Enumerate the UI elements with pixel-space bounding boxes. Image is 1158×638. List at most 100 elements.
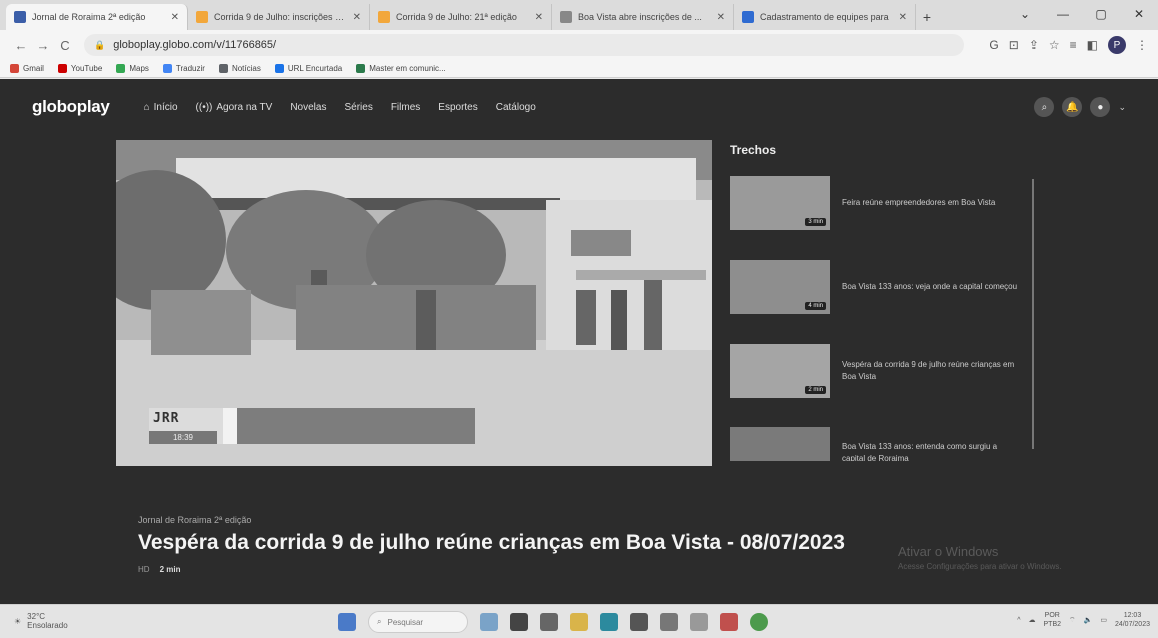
tab[interactable]: Cadastramento de equipes para ✕ <box>734 4 916 30</box>
tab-title: Boa Vista abre inscrições de ... <box>578 12 702 22</box>
tab[interactable]: Corrida 9 de Julho: inscrições para ✕ <box>188 4 370 30</box>
weather-widget[interactable]: ☀ 32°C Ensolarado <box>14 612 68 630</box>
search-icon[interactable]: ⌕ <box>1034 97 1055 117</box>
nav-esportes[interactable]: Esportes <box>438 102 477 113</box>
clip-item[interactable]: Boa Vista 133 anos: entenda como surgiu … <box>730 427 1050 461</box>
video-duration: 2 min <box>159 565 181 574</box>
office-icon[interactable] <box>720 613 738 631</box>
nav-inicio[interactable]: ⌂ Início <box>144 102 178 113</box>
new-tab-button[interactable]: + <box>916 4 938 30</box>
nav-catalogo[interactable]: Catálogo <box>496 102 536 113</box>
clip-duration: 3 min <box>805 218 826 226</box>
bookmark-label: Notícias <box>231 64 261 73</box>
bookmark-translate[interactable]: Traduzir <box>162 64 205 73</box>
clip-thumbnail: 4 min <box>730 260 830 314</box>
bookmark-url-shortener[interactable]: URL Encurtada <box>274 64 342 73</box>
store-icon[interactable] <box>630 613 648 631</box>
reading-list-icon[interactable]: ≡ <box>1070 38 1077 52</box>
extension-icon[interactable]: ⊡ <box>1009 38 1019 52</box>
widgets-icon[interactable] <box>480 613 498 631</box>
clip-item[interactable]: 4 min Boa Vista 133 anos: veja onde a ca… <box>730 259 1050 315</box>
bookmark-gmail[interactable]: Gmail <box>10 64 44 73</box>
edge-icon[interactable] <box>600 613 618 631</box>
task-view-icon[interactable] <box>510 613 528 631</box>
forward-icon[interactable]: → <box>32 38 54 53</box>
menu-icon[interactable]: ⋮ <box>1136 38 1148 52</box>
bell-icon[interactable]: 🔔 <box>1062 97 1083 117</box>
lower-third-bar <box>237 408 475 444</box>
profile-avatar[interactable]: P <box>1108 36 1126 54</box>
mail-icon[interactable] <box>660 613 678 631</box>
toolbar-icons: G ⊡ ⇪ ☆ ≡ ◧ P ⋮ <box>989 36 1148 54</box>
onedrive-icon[interactable]: ☁ <box>1029 616 1036 624</box>
clip-item[interactable]: 2 min Vespéra da corrida 9 de julho reún… <box>730 343 1050 399</box>
chat-icon[interactable] <box>540 613 558 631</box>
lang-layout: PTB2 <box>1043 621 1062 628</box>
side-panel-icon[interactable]: ◧ <box>1087 38 1098 52</box>
jrr-logo: JRR 18:39 <box>149 408 223 444</box>
news-icon <box>218 64 228 73</box>
volume-icon[interactable]: 🔈 <box>1084 616 1093 624</box>
back-icon[interactable]: ← <box>10 38 32 53</box>
wifi-icon[interactable]: ⌔ <box>1069 616 1076 625</box>
taskbar-search[interactable]: ⌕ Pesquisar <box>368 611 468 633</box>
close-icon[interactable]: ✕ <box>899 12 907 23</box>
live-icon: ((•)) <box>195 101 213 113</box>
sun-icon: ☀ <box>14 616 22 626</box>
bookmark-youtube[interactable]: YouTube <box>57 64 102 73</box>
gmail-icon <box>10 64 19 73</box>
windows-activation-watermark: Ativar o Windows Acesse Configurações pa… <box>898 544 1062 571</box>
system-tray: ^ ☁ POR PTB2 ⌔ 🔈 ▭ 12:03 24/07/2023 <box>1017 611 1150 629</box>
bookmark-label: Maps <box>129 64 149 73</box>
tab-search-icon[interactable]: ⌄ <box>1006 7 1044 21</box>
bookmark-star-icon[interactable]: ☆ <box>1049 38 1060 52</box>
tab[interactable]: Jornal de Roraima 2ª edição ✕ <box>6 4 188 30</box>
clock[interactable]: 12:03 24/07/2023 <box>1115 611 1150 629</box>
window-controls: ⌄ — ▢ ✕ <box>1006 0 1158 28</box>
nav-novelas[interactable]: Novelas <box>290 102 326 113</box>
program-name[interactable]: Jornal de Roraima 2ª edição <box>138 515 1038 525</box>
file-explorer-icon[interactable] <box>570 613 588 631</box>
tab[interactable]: Boa Vista abre inscrições de ... ✕ <box>552 4 734 30</box>
clip-item[interactable]: 3 min Feira reúne empreendedores em Boa … <box>730 175 1050 231</box>
close-window-icon[interactable]: ✕ <box>1120 7 1158 21</box>
main-nav: ⌂ Início ((•)) Agora na TV Novelas Séries … <box>144 102 536 113</box>
site-header: globoplay ⌂ Início ((•)) Agora na TV Novel… <box>0 79 1158 135</box>
start-icon[interactable] <box>338 613 356 631</box>
nav-agora-na-tv[interactable]: ((•)) Agora na TV <box>196 102 273 113</box>
trechos-scrollbar[interactable] <box>1032 179 1034 449</box>
watermark-line2: Acesse Configurações para ativar o Windo… <box>898 562 1062 571</box>
nav-filmes[interactable]: Filmes <box>391 102 420 113</box>
bookmark-maps[interactable]: Maps <box>116 64 149 73</box>
bookmark-master[interactable]: Master em comunic... <box>356 64 446 73</box>
battery-icon[interactable]: ▭ <box>1100 616 1107 624</box>
globoplay-logo[interactable]: globoplay <box>32 97 110 117</box>
close-icon[interactable]: ✕ <box>353 12 361 23</box>
maps-icon <box>116 64 126 73</box>
chevron-up-icon[interactable]: ^ <box>1017 617 1020 624</box>
address-bar[interactable]: 🔒 globoplay.globo.com/v/11766865/ <box>84 34 964 56</box>
maximize-icon[interactable]: ▢ <box>1082 7 1120 21</box>
user-avatar-icon[interactable]: ● <box>1090 97 1111 117</box>
browser-toolbar: ← → C 🔒 globoplay.globo.com/v/11766865/ … <box>0 30 1158 60</box>
language-indicator[interactable]: POR PTB2 <box>1044 611 1062 629</box>
tab-strip: Jornal de Roraima 2ª edição ✕ Corrida 9 … <box>0 0 1158 30</box>
video-player[interactable]: JRR 18:39 <box>116 140 712 466</box>
tab-favicon <box>560 11 572 23</box>
calendar-icon[interactable] <box>690 613 708 631</box>
chevron-down-icon[interactable]: ⌄ <box>1118 102 1126 113</box>
minimize-icon[interactable]: — <box>1044 7 1082 21</box>
chrome-icon[interactable] <box>750 613 768 631</box>
tab[interactable]: Corrida 9 de Julho: 21ª edição ✕ <box>370 4 552 30</box>
close-icon[interactable]: ✕ <box>171 12 179 23</box>
clock-date: 24/07/2023 <box>1114 621 1150 628</box>
translate-icon <box>162 64 172 73</box>
close-icon[interactable]: ✕ <box>535 12 543 23</box>
close-icon[interactable]: ✕ <box>717 12 725 23</box>
bookmark-news[interactable]: Notícias <box>218 64 261 73</box>
reload-icon[interactable]: C <box>54 38 76 53</box>
google-icon[interactable]: G <box>989 38 998 52</box>
tab-title: Cadastramento de equipes para <box>760 12 889 22</box>
nav-series[interactable]: Séries <box>344 102 372 113</box>
share-icon[interactable]: ⇪ <box>1029 38 1039 52</box>
